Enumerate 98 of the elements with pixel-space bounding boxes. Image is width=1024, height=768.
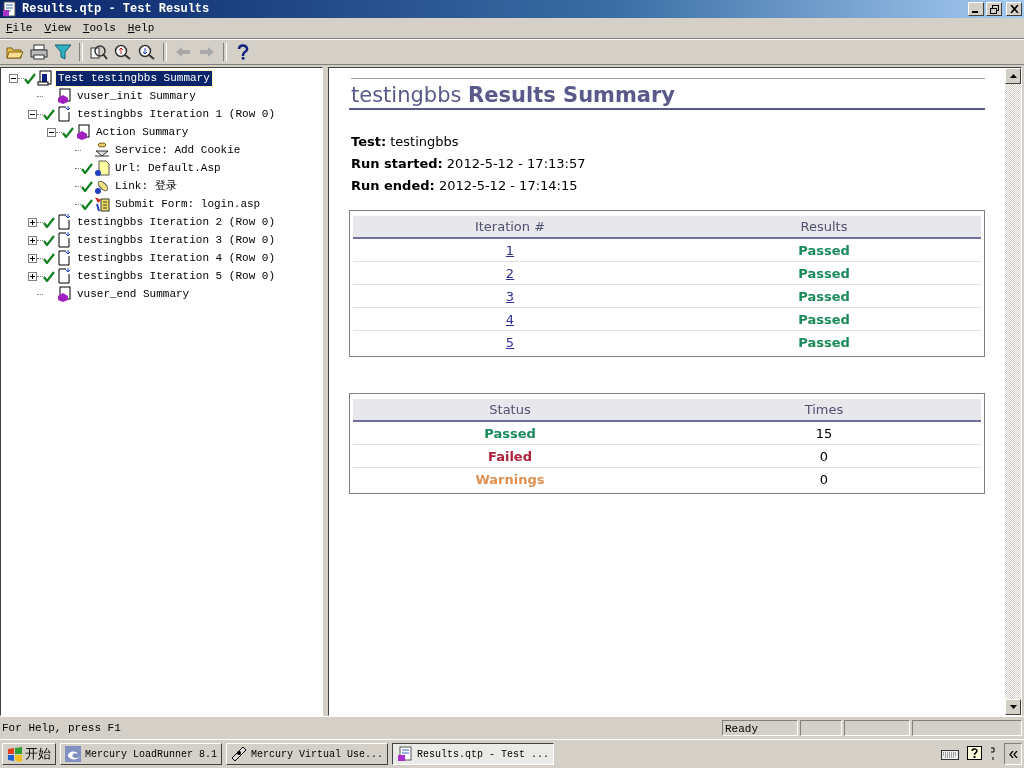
tree-item[interactable]: testingbbs Iteration 2 (Row 0) xyxy=(75,214,278,230)
form-icon xyxy=(94,196,110,212)
taskbar-button[interactable]: Mercury Virtual Use... xyxy=(226,743,389,765)
status-text: Warnings xyxy=(475,471,545,487)
status-text: For Help, press F1 xyxy=(1,722,122,734)
taskbar-button[interactable]: Mercury LoadRunner 8.1 xyxy=(60,743,223,765)
collapse-icon[interactable] xyxy=(28,109,37,119)
folder-icon xyxy=(6,44,24,60)
down-arrow-icon xyxy=(1009,705,1017,709)
column-header: Times xyxy=(803,402,845,417)
menu-item[interactable]: File xyxy=(0,22,39,34)
tree-item[interactable]: testingbbs Iteration 1 (Row 0) xyxy=(75,106,278,122)
page-arrow-icon xyxy=(56,232,72,248)
tree-item[interactable]: testingbbs Iteration 3 (Row 0) xyxy=(75,232,278,248)
tree-item[interactable]: testingbbs Iteration 4 (Row 0) xyxy=(75,250,278,266)
tree-item[interactable]: Action Summary xyxy=(94,124,191,140)
tree-item[interactable]: Submit Form: login.asp xyxy=(113,196,263,212)
tree-item[interactable]: testingbbs Iteration 5 (Row 0) xyxy=(75,268,278,284)
iteration-link[interactable]: 4 xyxy=(505,311,515,327)
filter-icon xyxy=(54,44,72,60)
service-icon xyxy=(94,142,110,158)
minimize-button[interactable] xyxy=(968,2,984,16)
show-hidden-icons-button[interactable] xyxy=(1004,743,1022,765)
page-arrow-icon xyxy=(56,268,72,284)
page-arrow-icon xyxy=(56,250,72,266)
tree-item[interactable]: vuser_init Summary xyxy=(75,88,198,104)
collapse-icon[interactable] xyxy=(47,127,56,137)
right-arrow-icon xyxy=(198,44,216,60)
page-arrow-icon xyxy=(56,214,72,230)
windows-logo-icon xyxy=(7,746,23,762)
collapse-icon[interactable] xyxy=(9,73,18,83)
left-arrow-icon xyxy=(174,44,192,60)
tree-item[interactable]: Service: Add Cookie xyxy=(113,142,243,158)
column-header: Results xyxy=(799,219,849,234)
restore-icon xyxy=(989,4,999,14)
close-icon xyxy=(1009,5,1019,13)
times-count: 0 xyxy=(819,448,829,464)
result-text: Passed xyxy=(798,288,850,304)
iteration-link[interactable]: 5 xyxy=(505,334,515,350)
start-button[interactable]: 开始 xyxy=(2,743,56,765)
run-info: Test: testingbbs xyxy=(351,133,460,151)
result-text: Passed xyxy=(798,242,850,258)
status-pane: Ready xyxy=(722,720,798,736)
zoom-up-icon xyxy=(114,44,132,60)
document-icon xyxy=(397,746,414,762)
status-pane-empty xyxy=(800,720,842,736)
zoom-down-icon xyxy=(138,44,156,60)
column-header: Iteration # xyxy=(473,219,547,234)
menu-item[interactable]: Help xyxy=(121,22,161,34)
tree-item[interactable]: Url: Default.Asp xyxy=(113,160,223,176)
iteration-link[interactable]: 1 xyxy=(505,242,515,258)
link-icon xyxy=(94,178,110,194)
column-header: Status xyxy=(488,402,532,417)
tree-item[interactable]: Test testingbbs Summary xyxy=(56,70,212,86)
scroll-icon xyxy=(37,70,53,86)
tree-item[interactable]: vuser_end Summary xyxy=(75,286,192,302)
page-arrow-icon xyxy=(56,106,72,122)
magnifier-icon xyxy=(90,44,108,60)
up-arrow-icon xyxy=(1009,74,1017,78)
filter-button[interactable] xyxy=(52,41,74,63)
print-button[interactable] xyxy=(28,41,50,63)
swirl-icon xyxy=(65,746,81,762)
taskbar-button[interactable]: Results.qtp - Test ... xyxy=(392,743,555,765)
expand-icon[interactable] xyxy=(28,235,37,245)
status-pane-empty xyxy=(844,720,910,736)
help-icon xyxy=(237,44,249,60)
expand-icon[interactable] xyxy=(28,217,37,227)
vertical-scrollbar[interactable] xyxy=(1005,68,1021,715)
ticket-icon xyxy=(231,746,248,762)
times-count: 15 xyxy=(815,425,833,441)
close-button[interactable] xyxy=(1006,2,1022,16)
expand-icon[interactable] xyxy=(28,271,37,281)
help-icon xyxy=(967,746,982,762)
iteration-link[interactable]: 2 xyxy=(505,265,515,281)
status-text: Passed xyxy=(484,425,536,441)
report-heading: testingbbs Results Summary xyxy=(349,83,985,110)
iteration-link[interactable]: 3 xyxy=(505,288,515,304)
document-icon xyxy=(2,1,18,17)
result-text: Passed xyxy=(798,311,850,327)
menu-item[interactable]: Tools xyxy=(76,22,122,34)
page-globe-icon xyxy=(94,160,110,176)
run-info: Run started: 2012-5-12 - 17:13:57 xyxy=(351,155,587,173)
expand-icon[interactable] xyxy=(28,253,37,263)
script-icon xyxy=(56,88,72,104)
times-count: 0 xyxy=(819,471,829,487)
double-chevron-icon xyxy=(1008,750,1018,758)
printer-icon xyxy=(30,44,48,60)
result-text: Passed xyxy=(798,334,850,350)
tree-item[interactable]: Link: 登录 xyxy=(113,178,179,194)
script-icon xyxy=(56,286,72,302)
restore-button[interactable] xyxy=(986,2,1002,16)
status-text: Failed xyxy=(488,448,532,464)
menu-item[interactable]: View xyxy=(38,22,77,34)
result-text: Passed xyxy=(798,265,850,281)
script-icon xyxy=(75,124,91,140)
keyboard-icon xyxy=(941,748,959,760)
run-info: Run ended: 2012-5-12 - 17:14:15 xyxy=(351,177,579,195)
window-title: Results.qtp - Test Results xyxy=(22,2,211,16)
